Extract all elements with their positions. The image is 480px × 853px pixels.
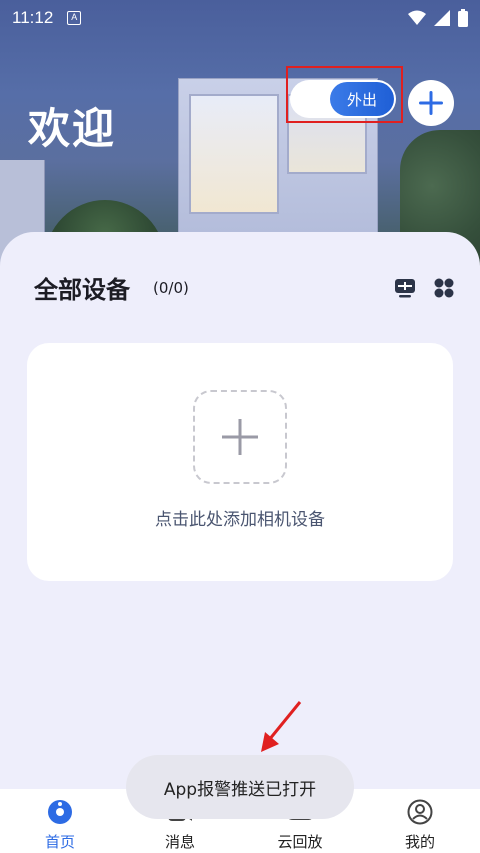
battery-icon bbox=[458, 9, 468, 27]
signal-icon bbox=[434, 10, 450, 26]
add-camera-placeholder[interactable] bbox=[193, 390, 287, 484]
add-camera-card[interactable]: 点击此处添加相机设备 bbox=[27, 343, 453, 581]
nav-label-cloud-playback: 云回放 bbox=[277, 833, 323, 851]
plus-icon bbox=[222, 419, 258, 455]
monitor-view-button[interactable] bbox=[394, 277, 418, 301]
device-count: (0/0) bbox=[153, 279, 189, 297]
monitor-icon bbox=[395, 279, 415, 298]
welcome-title: 欢迎 bbox=[28, 104, 117, 153]
toast-message: App报警推送已打开 bbox=[126, 755, 354, 819]
grid-icon bbox=[434, 278, 454, 298]
wifi-icon bbox=[408, 10, 426, 25]
plus-icon bbox=[419, 91, 443, 115]
nav-label-home: 首页 bbox=[44, 833, 75, 851]
status-bar: 11:12 A bbox=[0, 0, 480, 36]
notification-icon: A bbox=[67, 11, 82, 25]
annotation-arrow-icon bbox=[261, 701, 302, 752]
nav-item-home[interactable]: 首页 bbox=[0, 789, 120, 853]
status-time: 11:12 bbox=[12, 8, 54, 27]
nav-label-profile: 我的 bbox=[404, 833, 435, 851]
nav-label-messages: 消息 bbox=[164, 833, 195, 851]
grid-view-button[interactable] bbox=[433, 277, 457, 301]
profile-icon bbox=[407, 799, 433, 825]
nav-item-profile[interactable]: 我的 bbox=[360, 789, 480, 853]
home-icon bbox=[48, 800, 72, 824]
devices-title: 全部设备 bbox=[34, 276, 130, 304]
highlight-box bbox=[286, 66, 403, 123]
add-camera-label: 点击此处添加相机设备 bbox=[155, 510, 325, 530]
add-device-button[interactable] bbox=[408, 80, 454, 126]
